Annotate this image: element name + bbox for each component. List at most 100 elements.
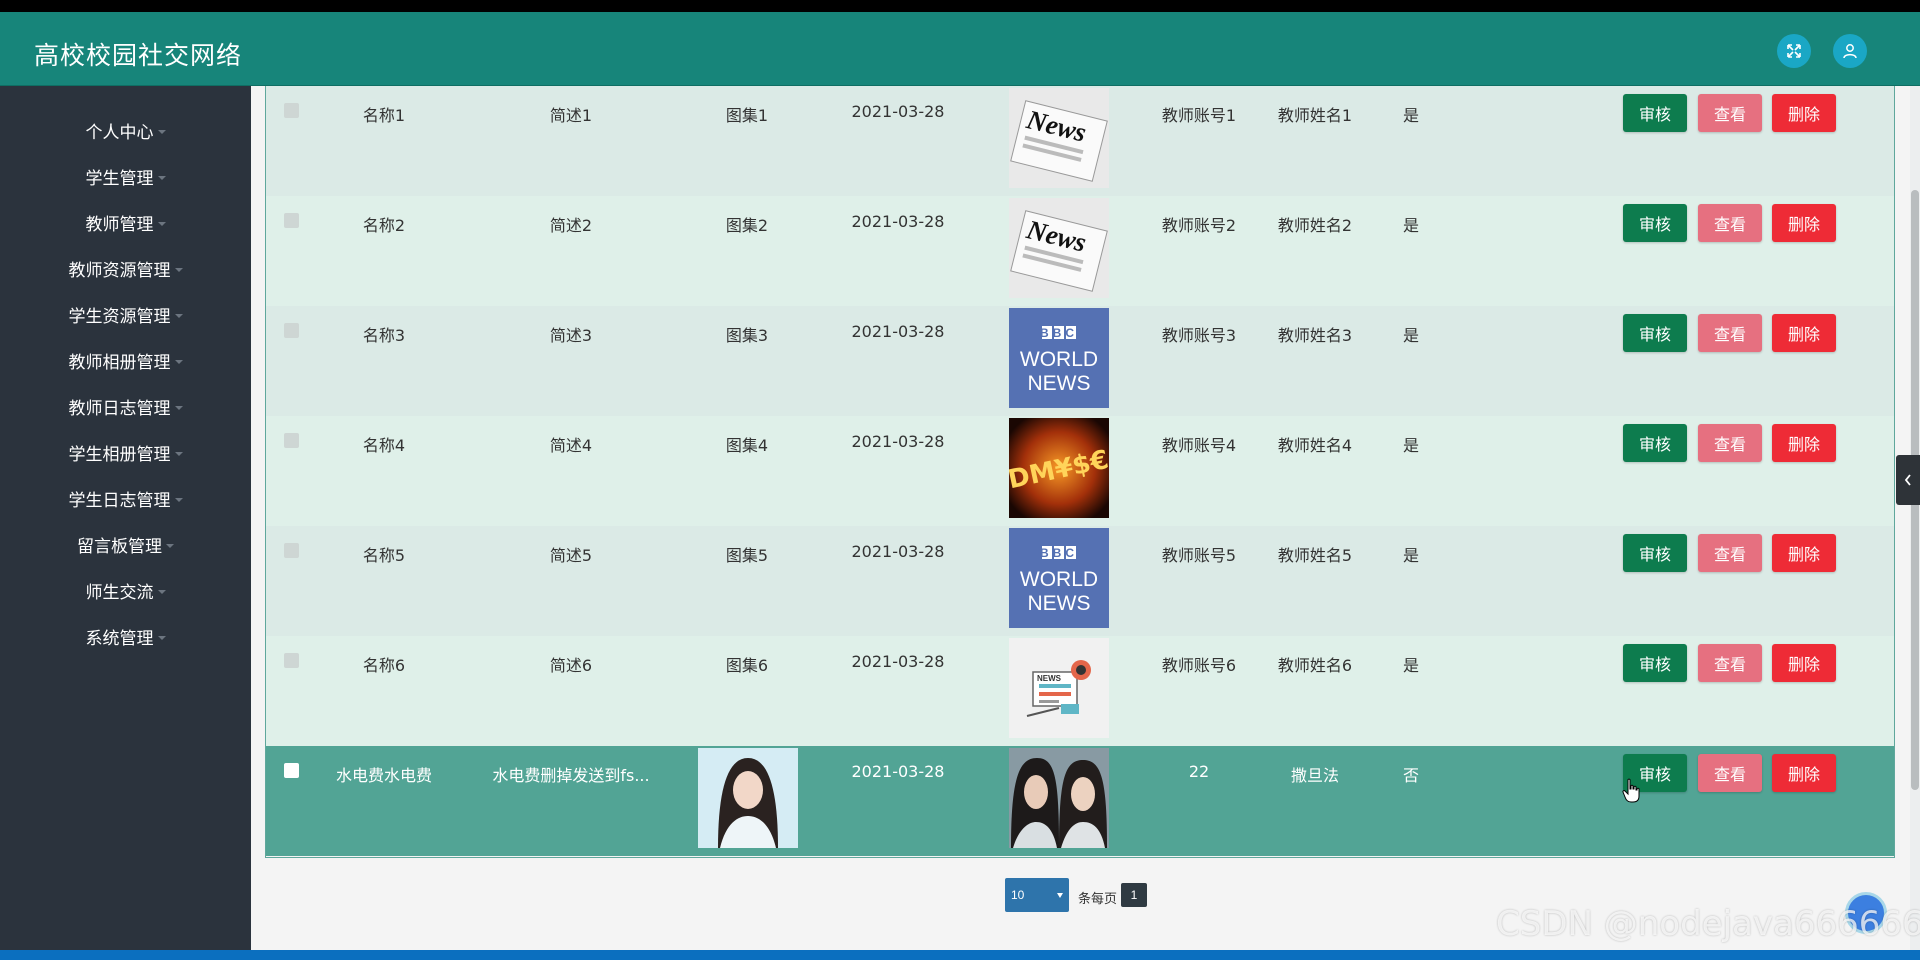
per-page-label: 条每页 <box>1078 891 1118 906</box>
sidebar-item-system[interactable]: 系统管理 <box>0 617 251 655</box>
delete-button[interactable]: 删除 <box>1772 94 1836 132</box>
view-button[interactable]: 查看 <box>1698 314 1762 352</box>
table-row: 名称3 简述3 图集3 2021-03-28 BBC WORLD NEWS 教师… <box>266 306 1894 416</box>
money-fire-image: DM¥$€ <box>1009 418 1109 518</box>
watermark: CSDN @nodejava666666 <box>1496 904 1920 944</box>
cell-teacher-name: 撒旦法 <box>1290 766 1339 785</box>
dropdown-arrow-icon <box>1057 893 1063 898</box>
cell-name: 名称6 <box>362 656 406 675</box>
sidebar-item-label: 教师资源管理 <box>68 260 171 281</box>
sidebar-item-label: 师生交流 <box>85 582 154 603</box>
cell-teacher-name: 教师姓名6 <box>1277 656 1353 675</box>
cell-album: 图集6 <box>725 656 769 675</box>
table-row: 名称4 简述4 图集4 2021-03-28 DM¥$€ 教师账号4 教师姓名4… <box>266 416 1894 526</box>
sidebar-item-label: 系统管理 <box>85 628 154 649</box>
audit-button[interactable]: 审核 <box>1623 94 1687 132</box>
delete-button[interactable]: 删除 <box>1772 644 1836 682</box>
view-button[interactable]: 查看 <box>1698 94 1762 132</box>
cell-brief: 简述6 <box>549 656 593 675</box>
row-checkbox[interactable] <box>284 103 299 118</box>
chevron-left-icon <box>1904 474 1911 486</box>
fullscreen-button[interactable] <box>1777 34 1811 68</box>
cell-name: 水电费水电费 <box>335 766 432 785</box>
sidebar-item-student-albums[interactable]: 学生相册管理 <box>0 433 251 471</box>
cell-name: 名称1 <box>362 106 406 125</box>
collapse-panel-tab[interactable] <box>1896 455 1920 505</box>
cell-teacher-name: 教师姓名1 <box>1277 106 1353 125</box>
delete-button[interactable]: 删除 <box>1772 754 1836 792</box>
page-number-button[interactable]: 1 <box>1121 883 1147 907</box>
row-checkbox[interactable] <box>284 213 299 228</box>
audit-button[interactable]: 审核 <box>1623 534 1687 572</box>
woman-portrait-photo <box>698 748 798 848</box>
table-row: 名称1 简述1 图集1 2021-03-28 News 教师账号1 教师姓名1 … <box>266 86 1894 196</box>
delete-button[interactable]: 删除 <box>1772 314 1836 352</box>
table-row: 名称6 简述6 图集6 2021-03-28 NEWS 教师账号6 教师姓名6 … <box>266 636 1894 746</box>
delete-button[interactable]: 删除 <box>1772 204 1836 242</box>
sidebar-item-students[interactable]: 学生管理 <box>0 157 251 195</box>
row-checkbox[interactable] <box>284 323 299 338</box>
cell-teacher-name: 教师姓名2 <box>1277 216 1353 235</box>
sidebar-item-label: 留言板管理 <box>77 536 162 557</box>
sidebar-item-teacher-albums[interactable]: 教师相册管理 <box>0 341 251 379</box>
sidebar-item-label: 教师相册管理 <box>68 352 171 373</box>
cell-name: 名称4 <box>362 436 406 455</box>
page-size-select[interactable]: 10 <box>1005 878 1069 912</box>
row-checkbox[interactable] <box>284 763 299 778</box>
cell-approved: 是 <box>1402 326 1419 345</box>
sidebar-item-student-journals[interactable]: 学生日志管理 <box>0 479 251 517</box>
row-checkbox[interactable] <box>284 433 299 448</box>
bbc-world-news-image: BBC WORLD NEWS <box>1009 528 1109 628</box>
news-illustration-text: NEWS <box>1037 674 1062 683</box>
delete-button[interactable]: 删除 <box>1772 424 1836 462</box>
news-paper-image: News <box>1009 198 1109 298</box>
row-checkbox[interactable] <box>284 543 299 558</box>
cell-brief: 简述3 <box>549 326 593 345</box>
cell-account: 教师账号5 <box>1161 546 1237 565</box>
bbc-logo-text: BBC <box>1040 546 1078 560</box>
sidebar-item-teacher-journals[interactable]: 教师日志管理 <box>0 387 251 425</box>
cell-account: 教师账号2 <box>1161 216 1237 235</box>
view-button[interactable]: 查看 <box>1698 204 1762 242</box>
audit-button[interactable]: 审核 <box>1623 314 1687 352</box>
sidebar-item-teachers[interactable]: 教师管理 <box>0 203 251 241</box>
bbc-world-text: WORLD <box>1020 348 1098 371</box>
view-button[interactable]: 查看 <box>1698 534 1762 572</box>
bbc-logo-text: BBC <box>1040 326 1078 340</box>
view-button[interactable]: 查看 <box>1698 754 1762 792</box>
sidebar-item-label: 学生日志管理 <box>68 490 171 511</box>
row-checkbox[interactable] <box>284 653 299 668</box>
cell-approved: 否 <box>1402 766 1419 785</box>
cell-name: 名称2 <box>362 216 406 235</box>
sidebar-item-teacher-student-chat[interactable]: 师生交流 <box>0 571 251 609</box>
cell-brief: 水电费删掉发送到fs... <box>492 766 650 785</box>
sidebar-item-label: 学生相册管理 <box>68 444 171 465</box>
sidebar-item-label: 个人中心 <box>85 122 154 143</box>
cell-teacher-name: 教师姓名5 <box>1277 546 1353 565</box>
view-button[interactable]: 查看 <box>1698 424 1762 462</box>
audit-button[interactable]: 审核 <box>1623 204 1687 242</box>
sidebar-item-student-resources[interactable]: 学生资源管理 <box>0 295 251 333</box>
sidebar-item-message-board[interactable]: 留言板管理 <box>0 525 251 563</box>
cell-brief: 简述1 <box>549 106 593 125</box>
cell-brief: 简述4 <box>549 436 593 455</box>
bbc-world-text: WORLD <box>1020 568 1098 591</box>
cell-account: 教师账号6 <box>1161 656 1237 675</box>
cell-account: 教师账号4 <box>1161 436 1237 455</box>
data-table: 名称1 简述1 图集1 2021-03-28 News 教师账号1 教师姓名1 … <box>265 86 1895 858</box>
bbc-world-news-image: BBC WORLD NEWS <box>1009 308 1109 408</box>
cell-date: 2021-03-28 <box>851 102 945 121</box>
cell-album: 图集1 <box>725 106 769 125</box>
cell-approved: 是 <box>1402 216 1419 235</box>
delete-button[interactable]: 删除 <box>1772 534 1836 572</box>
view-button[interactable]: 查看 <box>1698 644 1762 682</box>
sidebar-item-personal-center[interactable]: 个人中心 <box>0 111 251 149</box>
cell-teacher-name: 教师姓名3 <box>1277 326 1353 345</box>
audit-button[interactable]: 审核 <box>1623 644 1687 682</box>
user-menu-button[interactable] <box>1833 34 1867 68</box>
sidebar-item-teacher-resources[interactable]: 教师资源管理 <box>0 249 251 287</box>
audit-button[interactable]: 审核 <box>1623 424 1687 462</box>
caret-down-icon <box>157 175 166 180</box>
caret-down-icon <box>174 451 183 456</box>
caret-down-icon <box>174 405 183 410</box>
